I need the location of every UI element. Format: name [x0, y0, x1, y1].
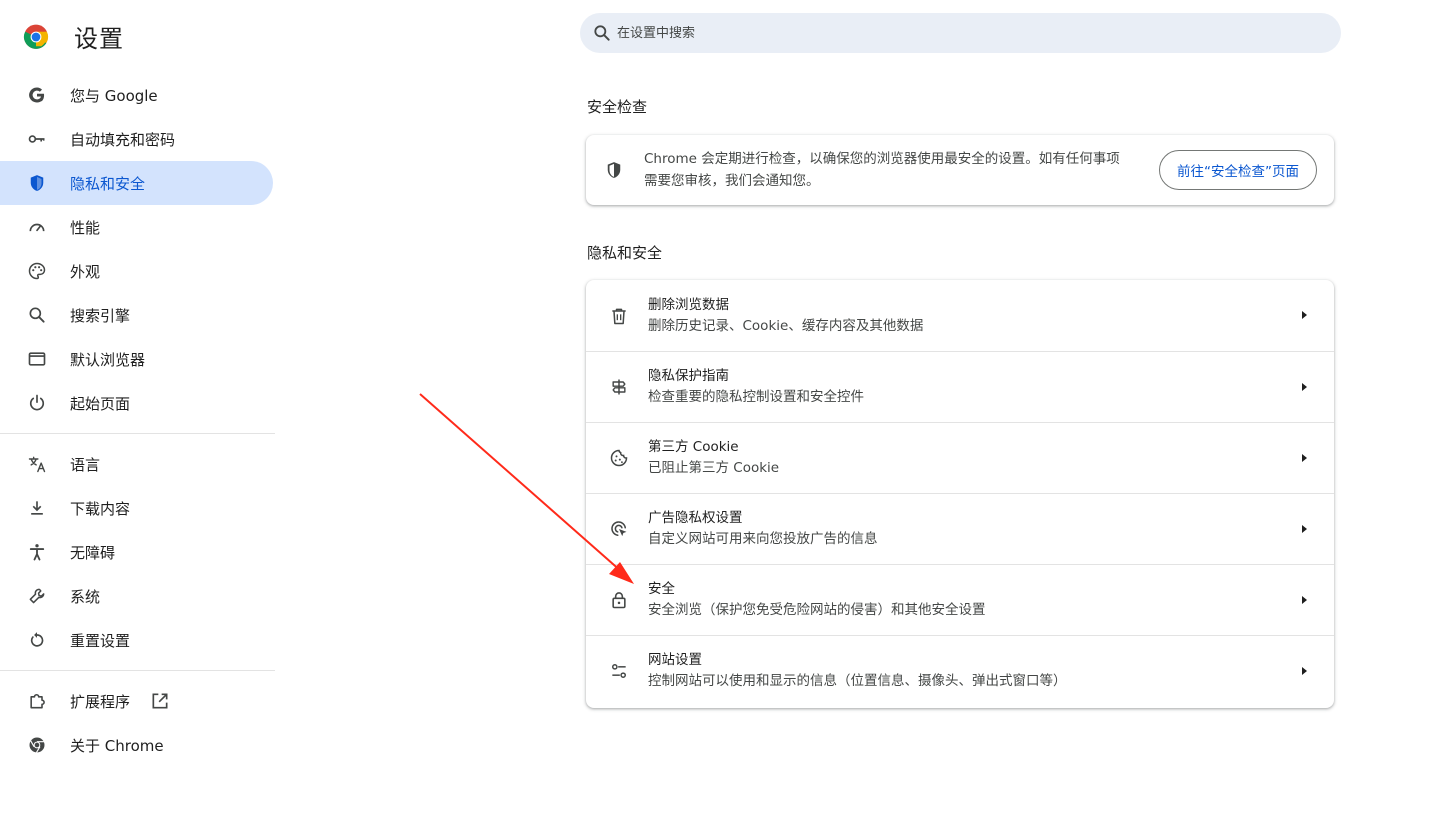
- sidebar-item-reset[interactable]: 重置设置: [0, 618, 275, 662]
- sidebar-item-languages[interactable]: 语言: [0, 442, 275, 486]
- tune-icon: [608, 660, 630, 682]
- wrench-icon: [26, 585, 48, 607]
- sidebar-item-startup[interactable]: 起始页面: [0, 381, 275, 425]
- sidebar-item-label: 隐私和安全: [70, 174, 146, 193]
- sidebar-item-default-browser[interactable]: 默认浏览器: [0, 337, 275, 381]
- safety-check-card: Chrome 会定期进行检查，以确保您的浏览器使用最安全的设置。如有任何事项需要…: [586, 135, 1334, 205]
- sidebar-item-label: 扩展程序: [70, 692, 131, 711]
- safety-check-description: Chrome 会定期进行检查，以确保您的浏览器使用最安全的设置。如有任何事项需要…: [644, 151, 1120, 189]
- third-party-cookies-row[interactable]: 第三方 Cookie 已阻止第三方 Cookie: [586, 422, 1334, 493]
- sidebar-item-you-and-google[interactable]: 您与 Google: [0, 73, 275, 117]
- row-subtitle: 安全浏览（保护您免受危险网站的侵害）和其他安全设置: [648, 602, 986, 618]
- sidebar-item-label: 搜索引擎: [70, 306, 131, 325]
- privacy-guide-row[interactable]: 隐私保护指南 检查重要的隐私控制设置和安全控件: [586, 351, 1334, 422]
- row-title: 广告隐私权设置: [648, 510, 743, 526]
- row-title: 网站设置: [648, 652, 702, 668]
- sidebar-item-label: 性能: [70, 218, 101, 237]
- sidebar-item-label: 无障碍: [70, 543, 116, 562]
- search-icon: [26, 304, 48, 326]
- security-row[interactable]: 安全 安全浏览（保护您免受危险网站的侵害）和其他安全设置: [586, 564, 1334, 635]
- row-title: 删除浏览数据: [648, 296, 729, 313]
- sidebar-item-about-chrome[interactable]: 关于 Chrome: [0, 723, 275, 767]
- reset-icon: [26, 629, 48, 651]
- sidebar-item-label: 起始页面: [70, 394, 131, 413]
- arrow-right-icon: [1302, 383, 1307, 391]
- sidebar-item-performance[interactable]: 性能: [0, 205, 275, 249]
- row-subtitle: 控制网站可以使用和显示的信息（位置信息、摄像头、弹出式窗口等）: [648, 673, 1067, 689]
- row-subtitle: 删除历史记录、Cookie、缓存内容及其他数据: [648, 317, 924, 334]
- brand-header: 设置: [23, 19, 124, 54]
- arrow-right-icon: [1302, 525, 1307, 533]
- trash-icon: [608, 305, 630, 327]
- row-subtitle: 自定义网站可用来向您投放广告的信息: [648, 531, 878, 547]
- puzzle-icon: [26, 690, 48, 712]
- power-icon: [26, 392, 48, 414]
- search-input[interactable]: [617, 25, 1297, 41]
- sidebar-item-system[interactable]: 系统: [0, 574, 275, 618]
- ad-target-icon: [608, 518, 630, 540]
- arrow-right-icon: [1302, 667, 1307, 675]
- sidebar-item-label: 下载内容: [70, 499, 131, 518]
- row-title: 隐私保护指南: [648, 368, 729, 384]
- chrome-logo-icon: [23, 24, 49, 49]
- sidebar-item-label: 默认浏览器: [70, 350, 146, 369]
- sidebar: 您与 Google 自动填充和密码 隐私和安全 性能 外观 搜索引擎 默认浏览器…: [0, 73, 275, 767]
- sidebar-item-autofill[interactable]: 自动填充和密码: [0, 117, 275, 161]
- shield-icon: [26, 172, 48, 194]
- row-subtitle: 已阻止第三方 Cookie: [648, 460, 780, 476]
- shield-icon: [604, 159, 626, 181]
- sidebar-divider: [0, 433, 275, 434]
- arrow-right-icon: [1302, 596, 1307, 604]
- site-settings-row[interactable]: 网站设置 控制网站可以使用和显示的信息（位置信息、摄像头、弹出式窗口等）: [586, 635, 1334, 706]
- sidebar-item-label: 重置设置: [70, 631, 131, 650]
- sidebar-item-privacy[interactable]: 隐私和安全: [0, 161, 273, 205]
- chrome-icon: [26, 734, 48, 756]
- sidebar-item-label: 自动填充和密码: [70, 130, 176, 149]
- palette-icon: [26, 260, 48, 282]
- search-icon: [592, 23, 612, 43]
- speedometer-icon: [26, 216, 48, 238]
- privacy-settings-card: 删除浏览数据 删除历史记录、Cookie、缓存内容及其他数据 隐私保护指南 检查…: [586, 280, 1334, 708]
- row-subtitle: 检查重要的隐私控制设置和安全控件: [648, 389, 864, 405]
- page-title: 设置: [74, 25, 124, 53]
- sidebar-item-downloads[interactable]: 下载内容: [0, 486, 275, 530]
- sidebar-item-label: 您与 Google: [70, 86, 158, 105]
- sidebar-item-search-engine[interactable]: 搜索引擎: [0, 293, 275, 337]
- privacy-heading: 隐私和安全: [587, 244, 663, 262]
- arrow-right-icon: [1302, 454, 1307, 462]
- sidebar-item-label: 语言: [70, 455, 101, 474]
- sidebar-item-extensions[interactable]: 扩展程序: [0, 679, 275, 723]
- translate-icon: [26, 453, 48, 475]
- sidebar-item-appearance[interactable]: 外观: [0, 249, 275, 293]
- lock-icon: [608, 589, 630, 611]
- sidebar-item-accessibility[interactable]: 无障碍: [0, 530, 275, 574]
- open-in-new-icon: [150, 691, 170, 711]
- arrow-right-icon: [1302, 311, 1307, 319]
- row-title: 第三方 Cookie: [648, 439, 739, 455]
- key-icon: [26, 128, 48, 150]
- safety-check-heading: 安全检查: [587, 98, 648, 116]
- settings-search-bar[interactable]: [580, 13, 1341, 53]
- sidebar-divider: [0, 670, 275, 671]
- go-to-safety-check-button[interactable]: 前往“安全检查”页面: [1159, 150, 1317, 190]
- google-g-icon: [26, 84, 48, 106]
- clear-browsing-data-row[interactable]: 删除浏览数据 删除历史记录、Cookie、缓存内容及其他数据: [586, 280, 1334, 351]
- browser-window-icon: [26, 348, 48, 370]
- row-title: 安全: [648, 581, 675, 597]
- settings-page: 设置 您与 Google 自动填充和密码 隐私和安全: [0, 0, 1454, 826]
- sidebar-item-label: 关于 Chrome: [70, 736, 164, 755]
- sidebar-item-label: 外观: [70, 262, 101, 281]
- signpost-icon: [608, 376, 630, 398]
- ad-privacy-row[interactable]: 广告隐私权设置 自定义网站可用来向您投放广告的信息: [586, 493, 1334, 564]
- sidebar-item-label: 系统: [70, 587, 101, 606]
- accessibility-icon: [26, 541, 48, 563]
- cookie-icon: [608, 447, 630, 469]
- download-icon: [26, 497, 48, 519]
